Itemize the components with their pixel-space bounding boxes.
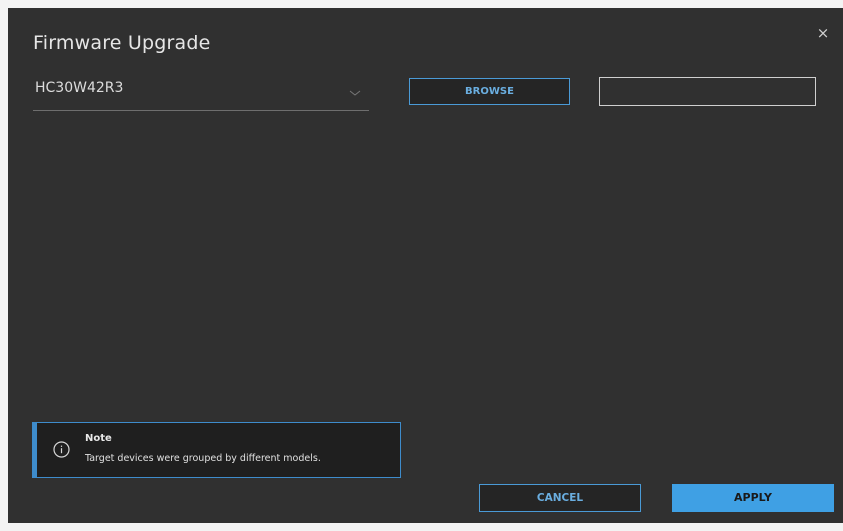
model-select[interactable]: HC30W42R3 xyxy=(33,78,369,111)
close-icon[interactable]: × xyxy=(814,24,832,42)
firmware-upgrade-dialog: Firmware Upgrade × HC30W42R3 BROWSE Note… xyxy=(8,8,843,523)
browse-button[interactable]: BROWSE xyxy=(409,78,570,105)
file-path-input[interactable] xyxy=(599,77,816,106)
note-text: Target devices were grouped by different… xyxy=(85,453,321,464)
note-title: Note xyxy=(85,433,112,444)
apply-button[interactable]: APPLY xyxy=(672,484,834,512)
model-select-value: HC30W42R3 xyxy=(35,80,124,96)
chevron-down-icon xyxy=(349,90,361,96)
info-icon xyxy=(53,441,70,458)
dialog-title: Firmware Upgrade xyxy=(33,32,211,54)
note-banner: Note Target devices were grouped by diff… xyxy=(32,422,401,478)
cancel-button[interactable]: CANCEL xyxy=(479,484,641,512)
